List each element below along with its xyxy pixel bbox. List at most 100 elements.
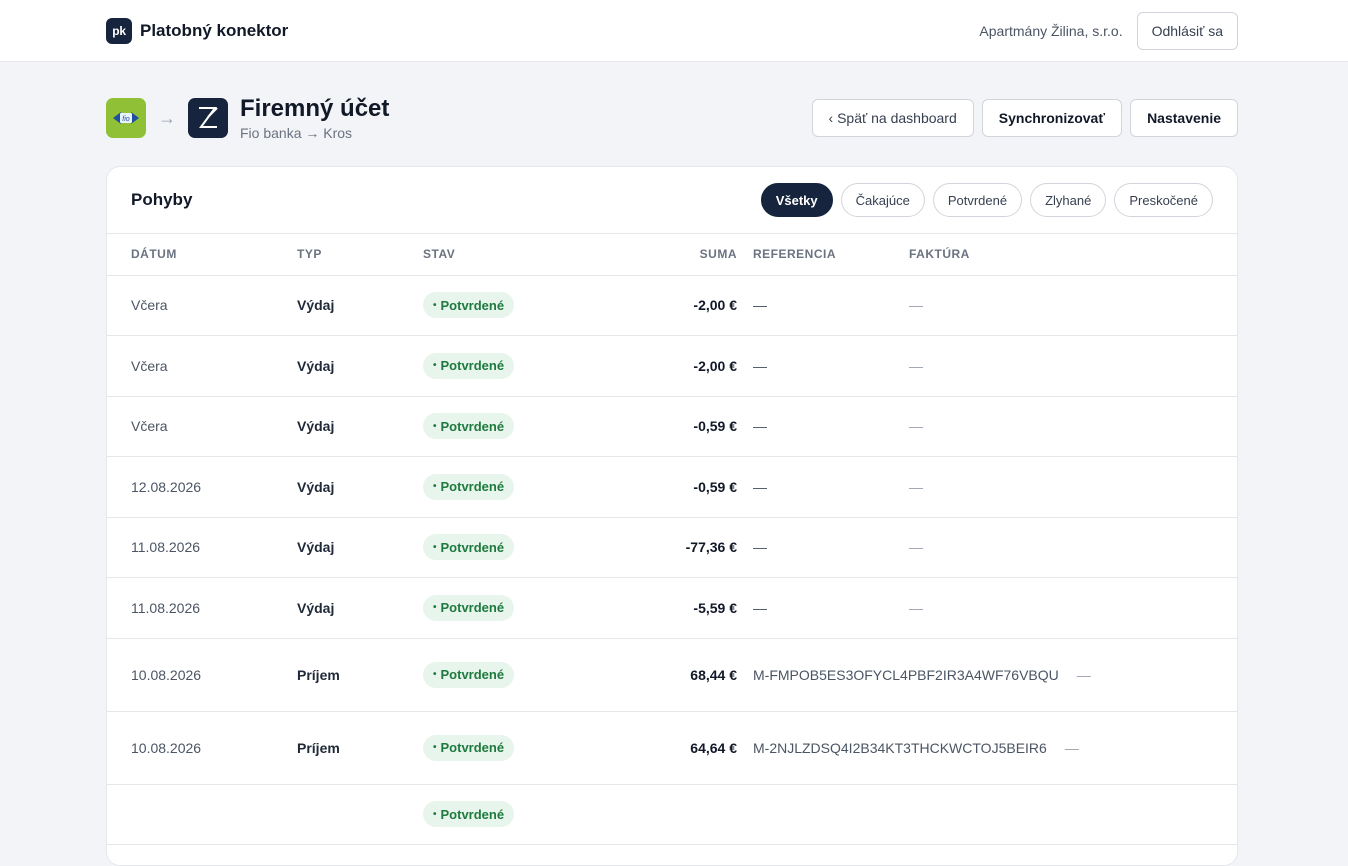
table-row[interactable]: 12.08.2026 Výdaj • Potvrdené -0,59 € — —: [107, 456, 1237, 518]
invoice-value: —: [1064, 739, 1079, 756]
status-badge: • Potvrdené: [423, 594, 515, 621]
table-row[interactable]: Včera Výdaj • Potvrdené -2,00 € — —: [107, 275, 1237, 336]
invoice-value: —: [909, 418, 923, 435]
state-cell: • Potvrdené: [423, 638, 623, 712]
invoice-cell: —: [909, 517, 1237, 578]
status-badge: • Potvrdené: [423, 534, 515, 561]
reference-value: —: [753, 478, 767, 495]
date-cell: 12.08.2026: [107, 456, 297, 518]
invoice-cell: —: [909, 577, 1237, 639]
table-row[interactable]: 11.08.2026 Výdaj • Potvrdené -5,59 € — —: [107, 577, 1237, 639]
reference-cell: M-2NJLZDSQ4I2B34KT3THCKWCTOJ5BEIR6 —: [737, 711, 1237, 785]
table-row[interactable]: Včera Výdaj • Potvrdené -2,00 € — —: [107, 335, 1237, 397]
fio-bank-logo-icon: fio: [106, 98, 146, 138]
date-cell: 11.08.2026: [107, 517, 297, 578]
reference-cell: M-FMPOB5ES3OFYCL4PBF2IR3A4WF76VBQU —: [737, 638, 1237, 712]
column-header-invoice[interactable]: FAKTÚRA: [909, 234, 1237, 276]
page-subtitle: Fio banka → Kros: [240, 124, 353, 141]
brand-name: Platobný konektor: [140, 20, 289, 40]
status-badge-label: Potvrdené: [440, 297, 505, 313]
top-navigation-bar: pk Platobný konektor Apartmány Žilina, s…: [0, 0, 1348, 62]
date-cell: Včera: [107, 275, 297, 336]
column-header-state[interactable]: STAV: [423, 234, 623, 276]
filter-failed[interactable]: Zlyhané: [1030, 183, 1107, 217]
back-to-dashboard-button[interactable]: ‹ Späť na dashboard: [811, 99, 974, 137]
reference-value: M-FMPOB5ES3OFYCL4PBF2IR3A4WF76VBQU: [753, 666, 1059, 683]
logout-button[interactable]: Odhlásiť sa: [1136, 11, 1238, 50]
reference-cell: —: [737, 335, 909, 397]
column-header-date[interactable]: DÁTUM: [107, 234, 297, 276]
reference-cell: —: [737, 577, 909, 639]
page-title: Firemný účet: [240, 94, 390, 122]
reference-value: —: [753, 297, 767, 314]
state-cell: • Potvrdené: [423, 517, 623, 578]
column-header-type[interactable]: TYP: [297, 234, 423, 276]
company-name: Apartmány Žilina, s.r.o.: [979, 22, 1123, 39]
status-filters: Všetky Čakajúce Potvrdené Zlyhané Presko…: [760, 183, 1213, 217]
reference-cell: —: [737, 275, 909, 336]
reference-value: —: [753, 357, 767, 374]
synchronize-button[interactable]: Synchronizovať: [981, 99, 1123, 137]
header-actions: ‹ Späť na dashboard Synchronizovať Nasta…: [811, 99, 1238, 137]
invoice-value: —: [909, 539, 923, 556]
reference-cell: —: [737, 456, 909, 518]
account-identity: fio → Firemný účet Fio banka → Kros: [106, 94, 390, 141]
invoice-value: —: [909, 357, 923, 374]
invoice-cell: —: [909, 396, 1237, 457]
invoice-value: —: [1076, 666, 1091, 683]
reference-value: —: [753, 418, 767, 435]
column-header-reference[interactable]: REFERENCIA: [737, 234, 909, 276]
table-row[interactable]: 10.08.2026 Príjem • Potvrdené 64,64 € M-2NJLZ…: [107, 711, 1237, 785]
filter-confirmed[interactable]: Potvrdené: [932, 183, 1023, 217]
date-cell: Včera: [107, 335, 297, 397]
svg-text:fio: fio: [122, 116, 130, 123]
invoice-cell: —: [909, 456, 1237, 518]
brand[interactable]: pk Platobný konektor: [106, 17, 289, 44]
type-cell: Výdaj: [297, 517, 423, 578]
type-cell: Výdaj: [297, 577, 423, 639]
status-badge: • Potvrdené: [423, 734, 515, 761]
status-badge-label: Potvrdené: [440, 539, 505, 555]
flow-arrow: →: [158, 107, 176, 128]
sum-cell: -2,00 €: [623, 275, 737, 336]
status-badge: • Potvrdené: [423, 413, 515, 440]
type-cell: Výdaj: [297, 335, 423, 397]
page-header: fio → Firemný účet Fio banka → Kros ‹ Sp…: [0, 94, 1348, 141]
filter-skipped[interactable]: Preskočené: [1114, 183, 1213, 217]
status-badge-label: Potvrdené: [440, 358, 505, 374]
table-row[interactable]: 10.08.2026 Príjem • Potvrdené 68,44 € M-FMPOB…: [107, 638, 1237, 712]
table-row[interactable]: Včera Výdaj • Potvrdené -0,59 € — —: [107, 396, 1237, 457]
state-cell: • Potvrdené: [423, 456, 623, 518]
invoice-cell: —: [909, 335, 1237, 397]
state-cell: • Potvrdené: [423, 335, 623, 397]
kros-logo-icon: [188, 98, 228, 138]
settings-button[interactable]: Nastavenie: [1130, 99, 1238, 137]
reference-cell: —: [737, 517, 909, 578]
invoice-value: —: [909, 599, 923, 616]
status-badge-label: Potvrdené: [440, 600, 505, 616]
date-cell: 11.08.2026: [107, 577, 297, 639]
column-header-sum[interactable]: SUMA: [623, 234, 737, 276]
table-row[interactable]: • Potvrdené: [107, 784, 1237, 845]
type-cell: Príjem: [297, 638, 423, 712]
status-badge: • Potvrdené: [423, 801, 515, 828]
reference-cell: —: [737, 396, 909, 457]
invoice-cell: [909, 784, 1237, 845]
card-title: Pohyby: [131, 190, 193, 209]
state-cell: • Potvrdené: [423, 275, 623, 336]
filter-all[interactable]: Všetky: [760, 183, 833, 217]
reference-value: —: [753, 539, 767, 556]
filter-pending[interactable]: Čakajúce: [840, 183, 925, 217]
invoice-value: —: [909, 478, 923, 495]
table-row[interactable]: 11.08.2026 Výdaj • Potvrdené -77,36 € — —: [107, 517, 1237, 578]
type-cell: Príjem: [297, 711, 423, 785]
transactions-card: Pohyby Všetky Čakajúce Potvrdené Zlyhané…: [106, 166, 1238, 866]
sum-cell: -5,59 €: [623, 577, 737, 639]
sum-cell: 68,44 €: [623, 638, 737, 712]
state-cell: • Potvrdené: [423, 784, 623, 845]
sum-cell: -0,59 €: [623, 456, 737, 518]
state-cell: • Potvrdené: [423, 577, 623, 639]
status-badge-label: Potvrdené: [440, 740, 505, 755]
reference-value: —: [753, 599, 767, 616]
sum-cell: [623, 784, 737, 845]
